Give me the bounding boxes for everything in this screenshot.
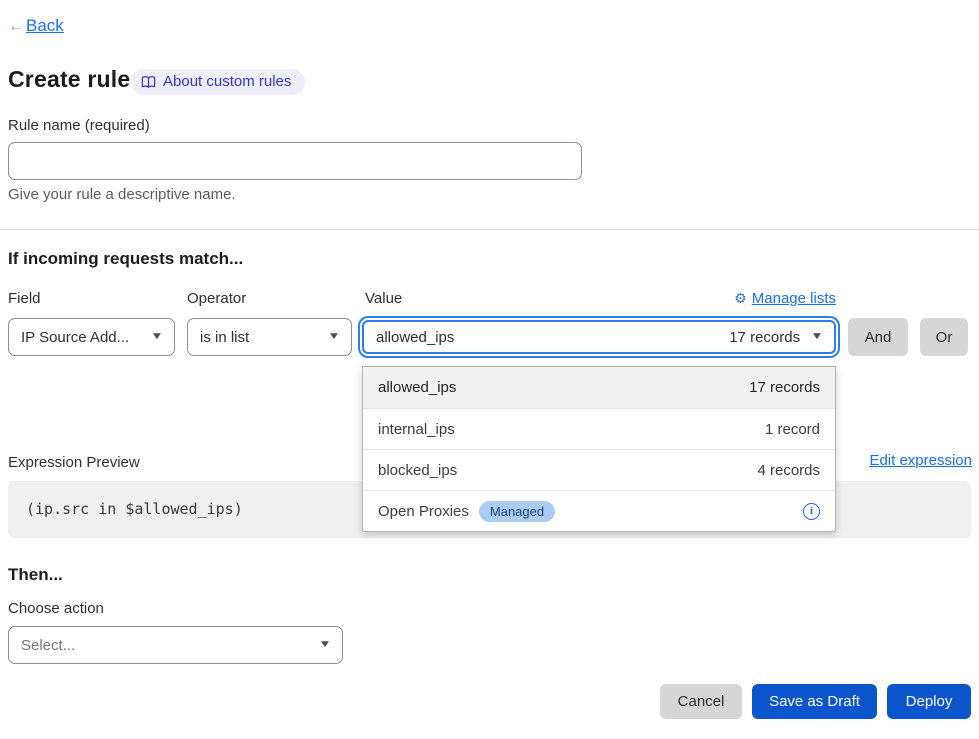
field-select-value: IP Source Add... bbox=[21, 329, 129, 346]
value-column-label: Value bbox=[365, 290, 402, 307]
manage-lists-label: Manage lists bbox=[752, 290, 836, 307]
page-title: Create rule bbox=[8, 66, 130, 93]
action-select-placeholder: Select... bbox=[21, 637, 75, 654]
list-item-name: Open Proxies bbox=[378, 503, 469, 520]
deploy-button[interactable]: Deploy bbox=[887, 684, 971, 719]
list-item-name: internal_ips bbox=[378, 421, 455, 438]
managed-badge: Managed bbox=[479, 501, 555, 522]
operator-column-label: Operator bbox=[187, 290, 246, 307]
expression-code: (ip.src in $allowed_ips) bbox=[26, 500, 243, 518]
list-item-blocked-ips[interactable]: blocked_ips 4 records bbox=[363, 449, 835, 490]
expression-preview-label: Expression Preview bbox=[8, 454, 140, 471]
cancel-button[interactable]: Cancel bbox=[660, 684, 742, 719]
operator-select-value: is in list bbox=[200, 329, 249, 346]
value-record-count: 17 records bbox=[729, 329, 800, 346]
chevron-down-icon: ▼ bbox=[327, 332, 340, 342]
value-dropdown-menu: allowed_ips 17 records internal_ips 1 re… bbox=[362, 366, 836, 532]
value-combobox-text: allowed_ips bbox=[376, 329, 454, 346]
gear-icon: ⚙ bbox=[734, 290, 747, 307]
list-item-records: 4 records bbox=[757, 462, 820, 479]
list-item-name: allowed_ips bbox=[378, 379, 456, 396]
back-link[interactable]: ←Back bbox=[8, 16, 64, 36]
save-as-draft-button[interactable]: Save as Draft bbox=[752, 684, 877, 719]
list-item-name: blocked_ips bbox=[378, 462, 457, 479]
then-section-title: Then... bbox=[8, 565, 63, 585]
back-label: Back bbox=[26, 16, 64, 35]
and-button[interactable]: And bbox=[848, 318, 908, 356]
section-divider bbox=[0, 229, 979, 230]
value-combobox[interactable]: allowed_ips 17 records ▼ bbox=[362, 320, 836, 354]
about-badge-label: About custom rules bbox=[163, 73, 291, 90]
rule-name-helper-text: Give your rule a descriptive name. bbox=[8, 186, 236, 203]
info-icon[interactable]: i bbox=[803, 503, 820, 520]
list-item-records: 1 record bbox=[765, 421, 820, 438]
list-item-records: 17 records bbox=[749, 379, 820, 396]
back-arrow-icon: ← bbox=[8, 16, 25, 35]
rule-name-label: Rule name (required) bbox=[8, 117, 150, 134]
chevron-down-icon: ▼ bbox=[810, 332, 823, 342]
chevron-down-icon: ▼ bbox=[318, 640, 331, 650]
field-column-label: Field bbox=[8, 290, 41, 307]
or-button[interactable]: Or bbox=[920, 318, 968, 356]
list-item-allowed-ips[interactable]: allowed_ips 17 records bbox=[363, 367, 835, 408]
book-icon bbox=[141, 75, 156, 89]
choose-action-label: Choose action bbox=[8, 600, 104, 617]
action-select[interactable]: Select... ▼ bbox=[8, 626, 343, 664]
manage-lists-link[interactable]: ⚙ Manage lists bbox=[734, 290, 836, 307]
rule-name-input[interactable] bbox=[8, 142, 582, 180]
field-select[interactable]: IP Source Add... ▼ bbox=[8, 318, 175, 356]
list-item-internal-ips[interactable]: internal_ips 1 record bbox=[363, 408, 835, 449]
operator-select[interactable]: is in list ▼ bbox=[187, 318, 352, 356]
match-section-title: If incoming requests match... bbox=[8, 249, 243, 269]
chevron-down-icon: ▼ bbox=[150, 332, 163, 342]
edit-expression-link[interactable]: Edit expression bbox=[869, 452, 972, 469]
list-item-open-proxies[interactable]: Open Proxies Managed i bbox=[363, 490, 835, 531]
about-custom-rules-badge[interactable]: About custom rules bbox=[131, 69, 305, 95]
